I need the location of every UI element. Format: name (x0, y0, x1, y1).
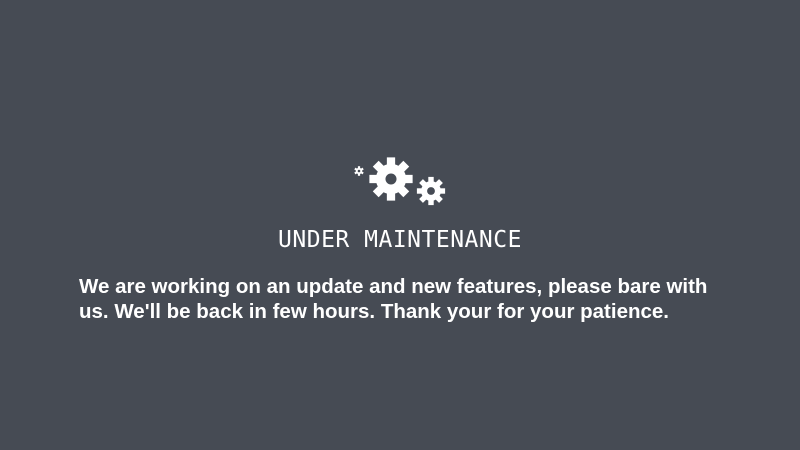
gear-icon (416, 176, 446, 206)
maintenance-gears-icon (352, 156, 448, 206)
page-title: UNDER MAINTENANCE (278, 227, 522, 253)
gear-icon (354, 166, 364, 176)
gear-icon (369, 157, 413, 201)
maintenance-message: We are working on an update and new feat… (79, 275, 708, 323)
